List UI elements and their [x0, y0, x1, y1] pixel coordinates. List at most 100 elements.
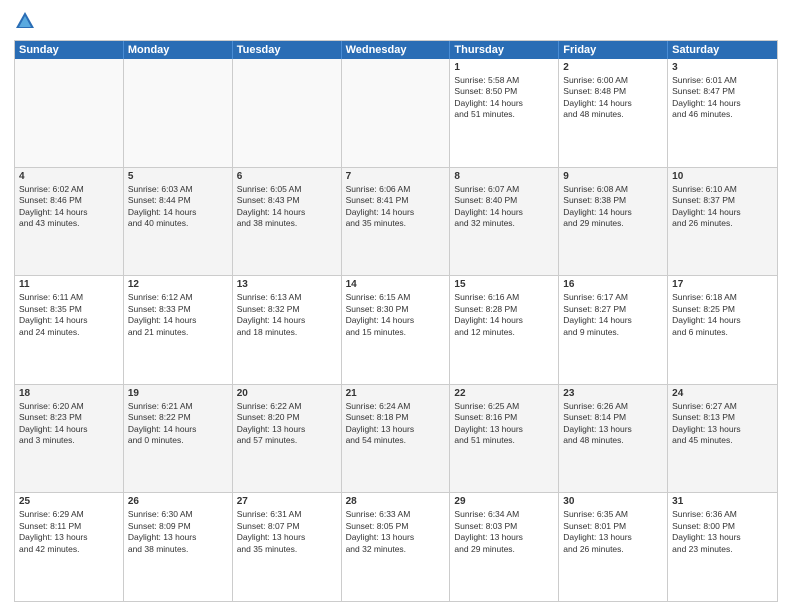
day-number: 28 [346, 496, 446, 507]
day-info: Sunrise: 6:29 AM Sunset: 8:11 PM Dayligh… [19, 509, 119, 555]
day-cell-2: 2 Sunrise: 6:00 AM Sunset: 8:48 PM Daylig… [559, 59, 668, 167]
day-cell-14: 14 Sunrise: 6:15 AM Sunset: 8:30 PM Dayli… [342, 276, 451, 384]
page: SundayMondayTuesdayWednesdayThursdayFrid… [0, 0, 792, 612]
calendar: SundayMondayTuesdayWednesdayThursdayFrid… [14, 40, 778, 602]
day-number: 13 [237, 279, 337, 290]
header-day-wednesday: Wednesday [342, 41, 451, 59]
day-number: 11 [19, 279, 119, 290]
day-info: Sunrise: 6:13 AM Sunset: 8:32 PM Dayligh… [237, 292, 337, 338]
calendar-row: 1 Sunrise: 5:58 AM Sunset: 8:50 PM Daylig… [15, 59, 777, 168]
day-info: Sunrise: 6:33 AM Sunset: 8:05 PM Dayligh… [346, 509, 446, 555]
day-cell-9: 9Sunrise: 6:08 AM Sunset: 8:38 PM Daylig… [559, 168, 668, 276]
day-cell-4: 4Sunrise: 6:02 AM Sunset: 8:46 PM Daylig… [15, 168, 124, 276]
day-cell-24: 24 Sunrise: 6:27 AM Sunset: 8:13 PM Dayli… [668, 385, 777, 493]
day-cell-13: 13 Sunrise: 6:13 AM Sunset: 8:32 PM Dayli… [233, 276, 342, 384]
day-cell-22: 22 Sunrise: 6:25 AM Sunset: 8:16 PM Dayli… [450, 385, 559, 493]
day-cell-16: 16 Sunrise: 6:17 AM Sunset: 8:27 PM Dayli… [559, 276, 668, 384]
logo [14, 10, 40, 32]
day-info: Sunrise: 6:01 AM Sunset: 8:47 PM Dayligh… [672, 75, 773, 121]
day-info: Sunrise: 6:17 AM Sunset: 8:27 PM Dayligh… [563, 292, 663, 338]
day-info: Sunrise: 6:26 AM Sunset: 8:14 PM Dayligh… [563, 401, 663, 447]
day-number: 29 [454, 496, 554, 507]
header-day-friday: Friday [559, 41, 668, 59]
day-cell-10: 10Sunrise: 6:10 AM Sunset: 8:37 PM Dayli… [668, 168, 777, 276]
day-cell-21: 21 Sunrise: 6:24 AM Sunset: 8:18 PM Dayli… [342, 385, 451, 493]
day-info: Sunrise: 6:00 AM Sunset: 8:48 PM Dayligh… [563, 75, 663, 121]
day-number: 26 [128, 496, 228, 507]
day-number: 17 [672, 279, 773, 290]
day-info: Sunrise: 6:18 AM Sunset: 8:25 PM Dayligh… [672, 292, 773, 338]
day-info: Sunrise: 5:58 AM Sunset: 8:50 PM Dayligh… [454, 75, 554, 121]
empty-cell [124, 59, 233, 167]
day-number: 16 [563, 279, 663, 290]
day-info: Sunrise: 6:34 AM Sunset: 8:03 PM Dayligh… [454, 509, 554, 555]
day-info: Sunrise: 6:05 AM Sunset: 8:43 PM Dayligh… [237, 184, 337, 230]
logo-icon [14, 10, 36, 32]
header [14, 10, 778, 32]
day-number: 30 [563, 496, 663, 507]
day-number: 9 [563, 171, 663, 182]
day-cell-3: 3 Sunrise: 6:01 AM Sunset: 8:47 PM Daylig… [668, 59, 777, 167]
day-number: 14 [346, 279, 446, 290]
day-number: 12 [128, 279, 228, 290]
day-info: Sunrise: 6:10 AM Sunset: 8:37 PM Dayligh… [672, 184, 773, 230]
day-number: 22 [454, 388, 554, 399]
calendar-header: SundayMondayTuesdayWednesdayThursdayFrid… [15, 41, 777, 59]
day-number: 5 [128, 171, 228, 182]
empty-cell [233, 59, 342, 167]
day-number: 23 [563, 388, 663, 399]
day-number: 8 [454, 171, 554, 182]
day-cell-8: 8 Sunrise: 6:07 AM Sunset: 8:40 PM Daylig… [450, 168, 559, 276]
day-number: 1 [454, 62, 554, 73]
day-cell-18: 18Sunrise: 6:20 AM Sunset: 8:23 PM Dayli… [15, 385, 124, 493]
day-number: 15 [454, 279, 554, 290]
day-number: 19 [128, 388, 228, 399]
day-number: 27 [237, 496, 337, 507]
day-cell-29: 29 Sunrise: 6:34 AM Sunset: 8:03 PM Dayli… [450, 493, 559, 601]
header-day-thursday: Thursday [450, 41, 559, 59]
day-info: Sunrise: 6:12 AM Sunset: 8:33 PM Dayligh… [128, 292, 228, 338]
day-number: 2 [563, 62, 663, 73]
day-number: 7 [346, 171, 446, 182]
day-info: Sunrise: 6:36 AM Sunset: 8:00 PM Dayligh… [672, 509, 773, 555]
empty-cell [342, 59, 451, 167]
day-cell-25: 25Sunrise: 6:29 AM Sunset: 8:11 PM Dayli… [15, 493, 124, 601]
day-cell-11: 11Sunrise: 6:11 AM Sunset: 8:35 PM Dayli… [15, 276, 124, 384]
day-cell-31: 31 Sunrise: 6:36 AM Sunset: 8:00 PM Dayli… [668, 493, 777, 601]
day-info: Sunrise: 6:30 AM Sunset: 8:09 PM Dayligh… [128, 509, 228, 555]
day-number: 24 [672, 388, 773, 399]
day-info: Sunrise: 6:07 AM Sunset: 8:40 PM Dayligh… [454, 184, 554, 230]
day-info: Sunrise: 6:22 AM Sunset: 8:20 PM Dayligh… [237, 401, 337, 447]
day-cell-19: 19 Sunrise: 6:21 AM Sunset: 8:22 PM Dayli… [124, 385, 233, 493]
calendar-body: 1 Sunrise: 5:58 AM Sunset: 8:50 PM Daylig… [15, 59, 777, 601]
day-info: Sunrise: 6:02 AM Sunset: 8:46 PM Dayligh… [19, 184, 119, 230]
day-number: 21 [346, 388, 446, 399]
calendar-row: 4Sunrise: 6:02 AM Sunset: 8:46 PM Daylig… [15, 168, 777, 277]
day-info: Sunrise: 6:31 AM Sunset: 8:07 PM Dayligh… [237, 509, 337, 555]
header-day-monday: Monday [124, 41, 233, 59]
day-cell-17: 17 Sunrise: 6:18 AM Sunset: 8:25 PM Dayli… [668, 276, 777, 384]
day-cell-7: 7Sunrise: 6:06 AM Sunset: 8:41 PM Daylig… [342, 168, 451, 276]
day-number: 31 [672, 496, 773, 507]
header-day-sunday: Sunday [15, 41, 124, 59]
day-cell-20: 20 Sunrise: 6:22 AM Sunset: 8:20 PM Dayli… [233, 385, 342, 493]
header-day-saturday: Saturday [668, 41, 777, 59]
calendar-row: 18Sunrise: 6:20 AM Sunset: 8:23 PM Dayli… [15, 385, 777, 494]
day-info: Sunrise: 6:16 AM Sunset: 8:28 PM Dayligh… [454, 292, 554, 338]
day-info: Sunrise: 6:25 AM Sunset: 8:16 PM Dayligh… [454, 401, 554, 447]
day-cell-27: 27 Sunrise: 6:31 AM Sunset: 8:07 PM Dayli… [233, 493, 342, 601]
day-cell-28: 28 Sunrise: 6:33 AM Sunset: 8:05 PM Dayli… [342, 493, 451, 601]
header-day-tuesday: Tuesday [233, 41, 342, 59]
day-cell-12: 12 Sunrise: 6:12 AM Sunset: 8:33 PM Dayli… [124, 276, 233, 384]
day-info: Sunrise: 6:03 AM Sunset: 8:44 PM Dayligh… [128, 184, 228, 230]
day-info: Sunrise: 6:21 AM Sunset: 8:22 PM Dayligh… [128, 401, 228, 447]
day-info: Sunrise: 6:35 AM Sunset: 8:01 PM Dayligh… [563, 509, 663, 555]
day-cell-1: 1 Sunrise: 5:58 AM Sunset: 8:50 PM Daylig… [450, 59, 559, 167]
day-info: Sunrise: 6:27 AM Sunset: 8:13 PM Dayligh… [672, 401, 773, 447]
day-info: Sunrise: 6:24 AM Sunset: 8:18 PM Dayligh… [346, 401, 446, 447]
day-number: 20 [237, 388, 337, 399]
day-number: 3 [672, 62, 773, 73]
day-info: Sunrise: 6:15 AM Sunset: 8:30 PM Dayligh… [346, 292, 446, 338]
calendar-row: 11Sunrise: 6:11 AM Sunset: 8:35 PM Dayli… [15, 276, 777, 385]
day-cell-30: 30 Sunrise: 6:35 AM Sunset: 8:01 PM Dayli… [559, 493, 668, 601]
